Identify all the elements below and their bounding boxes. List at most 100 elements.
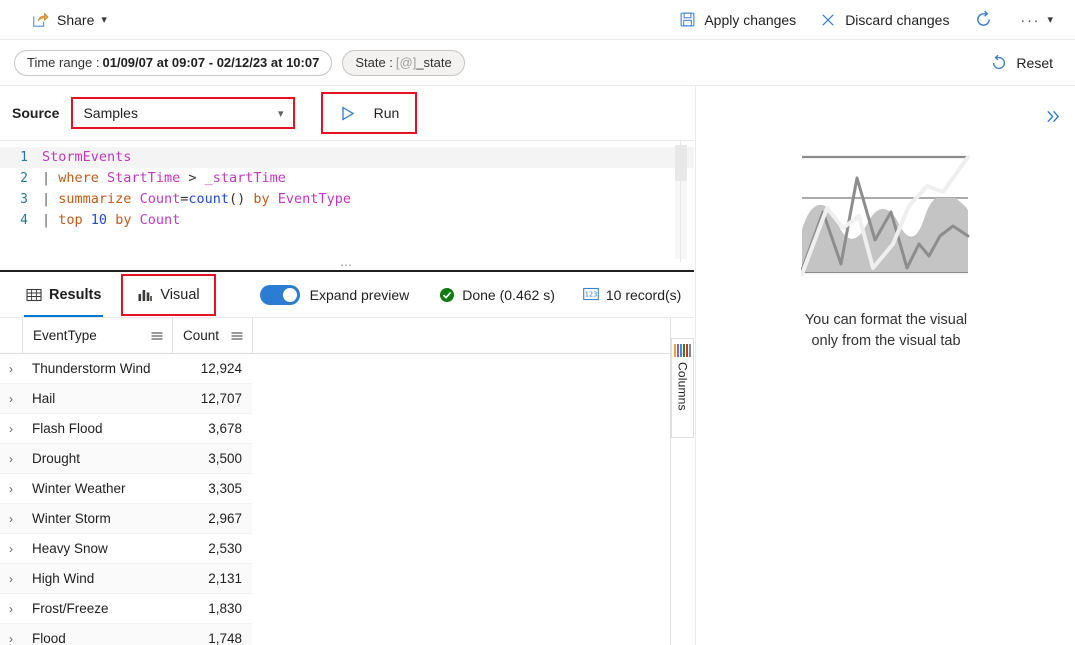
time-range-value: 01/09/07 at 09:07 - 02/12/23 at 10:07: [102, 55, 320, 70]
tab-results[interactable]: Results: [12, 273, 115, 317]
chevron-right-icon[interactable]: ›: [0, 512, 22, 526]
cell-count: 2,530: [208, 541, 242, 556]
expand-preview-toggle[interactable]: [259, 284, 300, 305]
code-token: summarize: [58, 191, 132, 207]
share-icon: [30, 10, 50, 30]
code-token: |: [42, 191, 59, 207]
double-chevron-right-icon[interactable]: [1039, 102, 1067, 130]
apply-changes-button[interactable]: Apply changes: [669, 4, 804, 36]
numeric-123-icon: 123: [583, 287, 599, 302]
chevron-right-icon[interactable]: ›: [0, 542, 22, 556]
chevron-down-icon[interactable]: ▾: [101, 13, 107, 26]
cell-eventtype: Winter Weather: [32, 481, 126, 496]
chevron-right-icon[interactable]: ›: [0, 572, 22, 586]
editor-scrollbar-thumb[interactable]: [675, 145, 687, 181]
column-menu-icon[interactable]: [150, 329, 164, 343]
chevron-right-icon[interactable]: ›: [0, 422, 22, 436]
cell-eventtype: Heavy Snow: [32, 541, 108, 556]
visual-placeholder-message: You can format the visual only from the …: [805, 310, 967, 352]
chevron-right-icon[interactable]: ›: [0, 392, 22, 406]
cell-eventtype: Frost/Freeze: [32, 601, 109, 616]
overflow-menu-button[interactable]: ··· ▾: [1012, 4, 1061, 36]
reset-button[interactable]: Reset: [981, 48, 1061, 78]
table-row[interactable]: › Winter Storm 2,967: [0, 504, 252, 534]
code-line[interactable]: 3 | summarize Count=count() by EventType: [0, 189, 694, 210]
colored-bars-icon: [674, 344, 691, 357]
time-range-pill[interactable]: Time range : 01/09/07 at 09:07 - 02/12/2…: [14, 49, 333, 76]
cell-count: 3,305: [208, 481, 242, 496]
visual-placeholder-message-line1: You can format the visual: [804, 312, 968, 328]
apply-changes-label: Apply changes: [704, 11, 797, 28]
table-row[interactable]: › Flood 1,748: [0, 624, 252, 645]
table-row[interactable]: › Frost/Freeze 1,830: [0, 594, 252, 624]
discard-changes-label: Discard changes: [845, 11, 950, 28]
record-count: 123 10 record(s): [583, 287, 681, 303]
column-header-count[interactable]: Count: [172, 317, 252, 354]
table-row[interactable]: › Winter Weather 3,305: [0, 474, 252, 504]
close-icon: [818, 10, 838, 30]
code-token: Count: [139, 212, 181, 228]
code-line-text[interactable]: | where StartTime > _startTime: [42, 168, 694, 189]
chevron-right-icon[interactable]: ›: [0, 452, 22, 466]
grid-body: › Thunderstorm Wind 12,924 › Hail 12,707 › Flas…: [0, 354, 670, 645]
code-line[interactable]: 1 StormEvents: [0, 147, 694, 168]
visual-placeholder-message-line2: only from the visual tab: [811, 333, 961, 349]
table-row[interactable]: › Thunderstorm Wind 12,924: [0, 354, 252, 384]
query-status: Done (0.462 s): [439, 287, 555, 303]
code-line[interactable]: 2 | where StartTime > _startTime: [0, 168, 694, 189]
query-code[interactable]: 1 StormEvents 2 | where StartTime > _startT…: [0, 147, 694, 231]
table-row[interactable]: › Heavy Snow 2,530: [0, 534, 252, 564]
columns-side-tab-label: Columns: [675, 362, 690, 411]
time-range-label: Time range :: [27, 55, 100, 70]
code-line-text[interactable]: StormEvents: [42, 147, 694, 168]
refresh-button[interactable]: [965, 4, 1008, 36]
code-line-text[interactable]: | top 10 by Count: [42, 210, 694, 231]
visual-placeholder: You can format the visual only from the …: [696, 152, 1075, 352]
grid-header-trailing: [252, 317, 258, 354]
panel-splitter[interactable]: ⋯: [0, 259, 694, 272]
table-row[interactable]: › Flash Flood 3,678: [0, 414, 252, 444]
code-line-text[interactable]: | summarize Count=count() by EventType: [42, 189, 694, 210]
column-menu-icon[interactable]: [230, 329, 244, 343]
cell-eventtype: High Wind: [32, 571, 95, 586]
chevron-down-icon[interactable]: ▾: [1047, 13, 1053, 26]
share-button[interactable]: Share ▾: [22, 4, 115, 36]
cell-count: 1,748: [208, 631, 242, 645]
code-token: StartTime: [107, 170, 181, 186]
table-icon: [26, 287, 42, 303]
tab-visual-label: Visual: [160, 286, 200, 303]
code-token: by: [115, 212, 132, 228]
color-bar: [680, 344, 682, 357]
column-header-eventtype-label: EventType: [33, 328, 97, 343]
run-button[interactable]: Run: [321, 92, 418, 134]
share-label: Share: [57, 11, 95, 28]
kusto-query-page: Share ▾ Apply changes Discard changes ··…: [0, 0, 1075, 645]
table-row[interactable]: › Drought 3,500: [0, 444, 252, 474]
save-icon: [677, 10, 697, 30]
tab-visual[interactable]: Visual: [121, 273, 216, 316]
query-editor[interactable]: 1 StormEvents 2 | where StartTime > _startT…: [0, 140, 694, 262]
chevron-right-icon[interactable]: ›: [0, 482, 22, 496]
state-pill[interactable]: State : [@] _state: [342, 49, 465, 76]
code-line[interactable]: 4 | top 10 by Count: [0, 210, 694, 231]
code-token: EventType: [277, 191, 351, 207]
source-dropdown[interactable]: Samples ▾: [71, 97, 296, 129]
table-row[interactable]: › High Wind 2,131: [0, 564, 252, 594]
code-token: (): [228, 191, 246, 207]
table-row[interactable]: › Hail 12,707: [0, 384, 252, 414]
cell-eventtype: Flood: [32, 631, 66, 645]
check-circle-icon: [439, 287, 455, 303]
chevron-right-icon[interactable]: ›: [0, 362, 22, 376]
columns-side-tab[interactable]: Columns: [671, 338, 694, 438]
column-header-eventtype[interactable]: EventType: [22, 317, 172, 354]
chevron-right-icon[interactable]: ›: [0, 632, 22, 645]
discard-changes-button[interactable]: Discard changes: [810, 4, 957, 36]
chevron-right-icon[interactable]: ›: [0, 602, 22, 616]
filter-pill-bar: Time range : 01/09/07 at 09:07 - 02/12/2…: [0, 40, 1075, 86]
cell-count: 1,830: [208, 601, 242, 616]
